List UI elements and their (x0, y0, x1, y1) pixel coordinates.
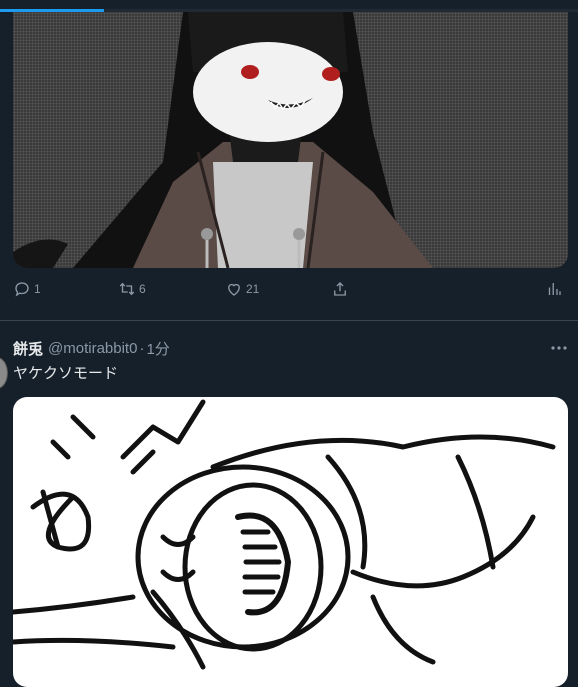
display-name[interactable]: 餅兎 (13, 338, 43, 359)
tweet-divider (0, 320, 578, 321)
tweet-timestamp[interactable]: 1分 (146, 338, 169, 359)
reply-icon (15, 282, 29, 297)
like-icon (228, 283, 240, 296)
like-button[interactable]: 21 (225, 276, 259, 302)
analytics-button[interactable] (545, 276, 566, 302)
reply-button[interactable]: 1 (13, 276, 41, 302)
tweet-header: 餅兎 @motirabbit0 · 1分 (13, 338, 170, 358)
share-icon (334, 282, 346, 296)
separator-dot: · (139, 339, 145, 357)
more-icon[interactable] (549, 340, 569, 356)
like-count: 21 (246, 282, 260, 296)
tweet-text: ヤケクソモード (13, 365, 119, 382)
user-handle[interactable]: @motirabbit0 (48, 340, 137, 357)
retweet-icon (119, 282, 135, 296)
top-bar (0, 0, 578, 12)
retweet-button[interactable]: 6 (118, 276, 146, 302)
analytics-icon (548, 283, 561, 295)
reply-count: 1 (34, 282, 41, 296)
share-button[interactable] (331, 276, 352, 302)
tweet-media-image[interactable] (13, 397, 568, 687)
tweet-action-bar: 1 6 21 (13, 276, 568, 302)
retweet-count: 6 (139, 282, 146, 296)
avatar[interactable] (0, 357, 8, 389)
tweet-media-image[interactable] (13, 12, 568, 268)
